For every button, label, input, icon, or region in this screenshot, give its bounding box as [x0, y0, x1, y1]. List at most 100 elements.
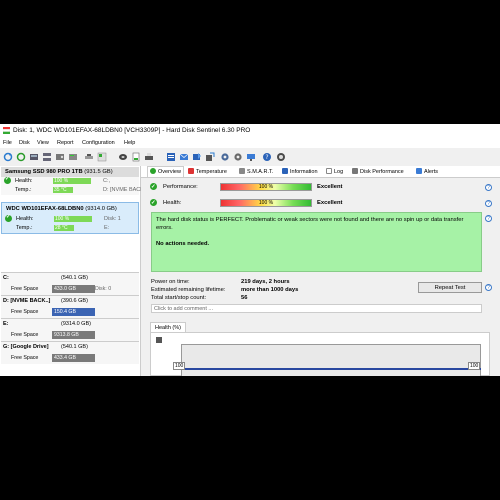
- tab-disk-performance[interactable]: Disk Performance: [352, 167, 404, 177]
- menu-view[interactable]: View: [37, 140, 49, 146]
- tab-label: Log: [334, 169, 344, 175]
- options-gear-icon[interactable]: [233, 152, 243, 162]
- volume-d[interactable]: D: [NVME BACK..] (390.6 GB) Free Space 1…: [1, 295, 139, 318]
- menu-configuration[interactable]: Configuration: [82, 140, 115, 146]
- app-window: Disk: 1, WDC WD101EFAX-68LDBN0 [VCH3309P…: [0, 124, 500, 376]
- free-space-bar: 9313.8 GB: [52, 331, 95, 339]
- power-on-row: Power on time: 219 days, 2 hours: [151, 279, 290, 285]
- document-icon[interactable]: [166, 152, 176, 162]
- disk-name: WDC WD101EFAX-68LDBN0: [6, 206, 84, 212]
- smart-icon: [239, 168, 245, 174]
- tools-icon[interactable]: [84, 152, 94, 162]
- volume-name: C:: [3, 275, 9, 281]
- ok-status-icon: [150, 198, 157, 208]
- disk-header: WDC WD101EFAX-68LDBN0 (9314.0 GB): [2, 204, 140, 214]
- free-space-bar: 150.4 GB: [52, 308, 95, 316]
- temp-label: Temp.:: [15, 187, 32, 193]
- tab-log[interactable]: Log: [326, 167, 343, 177]
- free-space-label: Free Space: [11, 332, 39, 338]
- performance-help-icon[interactable]: ?: [485, 184, 492, 191]
- remaining-row: Estimated remaining lifetime: more than …: [151, 287, 298, 293]
- volume-size: (9314.0 GB): [61, 321, 91, 327]
- volume-size: (540.1 GB): [61, 344, 88, 350]
- comment-field[interactable]: Click to add comment ...: [151, 304, 482, 313]
- menu-file[interactable]: File: [3, 140, 12, 146]
- power-on-value: 219 days, 2 hours: [241, 279, 290, 285]
- menu-report[interactable]: Report: [57, 140, 74, 146]
- export-icon[interactable]: [205, 152, 215, 162]
- health-chart-panel: 100 100: [150, 332, 490, 376]
- status-message: The hard disk status is PERFECT. Problem…: [156, 217, 464, 231]
- free-space-label: Free Space: [11, 355, 39, 361]
- performance-text: Excellent: [317, 184, 343, 190]
- disk-details-icon[interactable]: [29, 152, 39, 162]
- health-label: Health:: [163, 200, 182, 206]
- chart-y-label-left: 100: [173, 362, 186, 370]
- disk-item-wdc[interactable]: WDC WD101EFAX-68LDBN0 (9314.0 GB) Health…: [1, 202, 139, 234]
- disk-size: (9314.0 GB): [85, 206, 117, 212]
- volume-name: E:: [3, 321, 9, 327]
- send-report-icon[interactable]: [192, 152, 202, 162]
- startstop-label: Total start/stop count:: [151, 295, 207, 301]
- tab-smart[interactable]: S.M.A.R.T.: [239, 167, 273, 177]
- info-icon: [282, 168, 288, 174]
- health-help-icon[interactable]: ?: [485, 200, 492, 207]
- tab-label: Information: [290, 169, 318, 175]
- health-ext: Disk: 1: [104, 216, 121, 222]
- actions-message: No actions needed.: [156, 241, 210, 247]
- settings-gear-icon[interactable]: [220, 152, 230, 162]
- temp-ext: E:: [104, 225, 110, 231]
- temp-label: Temp.:: [16, 225, 33, 231]
- disk-item-samsung[interactable]: Samsung SSD 980 PRO 1TB (931.5 GB) Healt…: [1, 167, 153, 195]
- ok-status-icon: [150, 182, 157, 192]
- save-icon[interactable]: [156, 337, 162, 343]
- chart-y-label-right: 100: [468, 362, 481, 370]
- help-icon[interactable]: ?: [262, 152, 272, 162]
- volume-size: (390.6 GB): [61, 298, 88, 304]
- volume-e[interactable]: E: (9314.0 GB) Free Space 9313.8 GB: [1, 318, 139, 341]
- repeat-test-button[interactable]: Repeat Test: [418, 282, 482, 293]
- disk-list-icon[interactable]: [42, 152, 52, 162]
- tab-label: Disk Performance: [360, 169, 404, 175]
- tab-information[interactable]: Information: [282, 167, 318, 177]
- volume-name: G: [Google Drive]: [3, 344, 49, 350]
- repeat-help-icon[interactable]: ?: [485, 284, 492, 291]
- temp-bar: 28 °C: [54, 225, 74, 231]
- tab-label: S.M.A.R.T.: [247, 169, 274, 175]
- menu-help[interactable]: Help: [124, 140, 135, 146]
- about-icon[interactable]: [276, 152, 286, 162]
- health-bar: 100 %: [53, 178, 91, 184]
- report-icon[interactable]: [131, 152, 141, 162]
- tab-bar: Overview Temperature S.M.A.R.T. Informat…: [141, 166, 500, 178]
- startstop-value: 56: [241, 295, 248, 301]
- tab-overview[interactable]: Overview: [147, 166, 184, 177]
- drive-icon[interactable]: [118, 152, 128, 162]
- tab-alerts[interactable]: Alerts: [416, 167, 438, 177]
- volume-c[interactable]: C: (540.1 GB) Free Space 433.0 GB Disk: …: [1, 272, 139, 295]
- tab-temperature[interactable]: Temperature: [188, 167, 227, 177]
- monitor-icon[interactable]: [246, 152, 256, 162]
- volume-size: (540.1 GB): [61, 275, 88, 281]
- refresh-icon[interactable]: [3, 152, 13, 162]
- surface-test-icon[interactable]: [97, 152, 107, 162]
- tab-label: Alerts: [424, 169, 439, 175]
- window-title: Disk: 1, WDC WD101EFAX-68LDBN0 [VCH3309P…: [13, 127, 251, 134]
- print-icon[interactable]: [144, 152, 154, 162]
- disk-info-icon[interactable]: [55, 152, 65, 162]
- menu-disk[interactable]: Disk: [19, 140, 30, 146]
- email-icon[interactable]: [179, 152, 189, 162]
- alerts-icon: [416, 168, 422, 174]
- performance-icon: [352, 168, 358, 174]
- volume-g[interactable]: G: [Google Drive] (540.1 GB) Free Space …: [1, 341, 139, 364]
- health-chart-line: [181, 368, 481, 370]
- app-icon: [3, 127, 10, 134]
- rescan-icon[interactable]: [16, 152, 26, 162]
- temp-bar: 35 °C: [53, 187, 73, 193]
- disk-name: Samsung SSD 980 PRO 1TB: [5, 169, 83, 175]
- tab-health-chart[interactable]: Health (%): [150, 322, 186, 332]
- disk-test-icon[interactable]: [68, 152, 78, 162]
- startstop-row: Total start/stop count: 56: [151, 295, 247, 301]
- free-space-label: Free Space: [11, 309, 39, 315]
- remaining-label: Estimated remaining lifetime:: [151, 287, 226, 293]
- status-help-icon[interactable]: ?: [485, 215, 492, 222]
